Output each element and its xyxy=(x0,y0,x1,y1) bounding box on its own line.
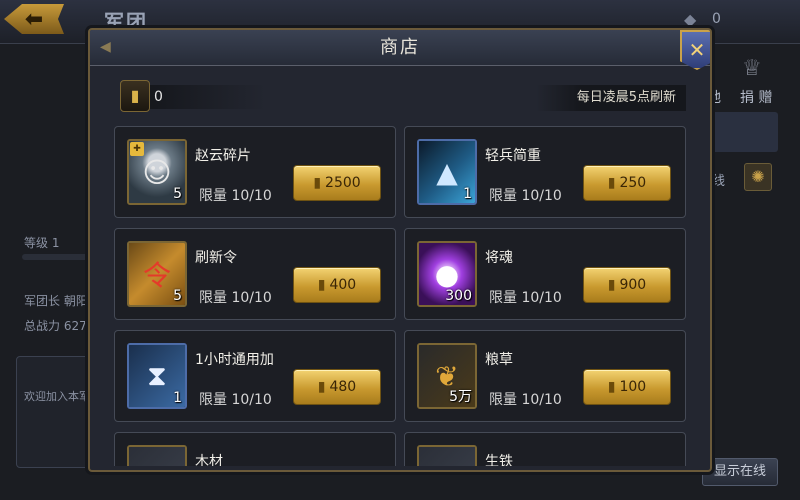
show-online-button[interactable]: 显示在线 xyxy=(702,458,778,486)
item-thumbnail: ▲ 1 xyxy=(417,139,477,205)
shop-item-card[interactable]: 生铁 xyxy=(404,432,686,466)
currency-bar xyxy=(146,85,266,109)
announcement-text: 欢迎加入本军 xyxy=(24,390,90,403)
shop-dialog: ◀ 商店 ✕ ▮ 0 每日凌晨5点刷新 ☺ ✚ 5 赵云碎片 限量 10/10 … xyxy=(88,28,712,472)
token-currency-icon: ▮ xyxy=(607,175,616,191)
legion-power: 总战力 627 xyxy=(24,319,87,333)
item-thumbnail xyxy=(127,445,187,466)
token-currency-icon: ▮ xyxy=(120,80,150,112)
price-value: 2500 xyxy=(325,175,361,191)
price-value: 480 xyxy=(329,379,357,395)
buy-button[interactable]: ▮ 2500 xyxy=(293,165,381,201)
item-thumbnail: 令 5 xyxy=(127,241,187,307)
item-quantity: 300 xyxy=(445,288,472,304)
shop-item-card[interactable]: 木材 xyxy=(114,432,396,466)
puzzle-piece-icon: ✚ xyxy=(130,142,144,156)
iron-icon xyxy=(419,447,475,466)
gem-count: 0 xyxy=(712,11,721,27)
price-value: 250 xyxy=(619,175,647,191)
item-grid: ☺ ✚ 5 赵云碎片 限量 10/10 ▮ 2500 ▲ 1 轻兵简重 限量 1… xyxy=(114,126,690,466)
shop-item-card[interactable]: ☺ ✚ 5 赵云碎片 限量 10/10 ▮ 2500 xyxy=(114,126,396,218)
item-thumbnail: ❦ 5万 xyxy=(417,343,477,409)
item-name: 将魂 xyxy=(485,250,513,266)
item-name: 轻兵简重 xyxy=(485,148,541,164)
price-value: 400 xyxy=(329,277,357,293)
buy-button[interactable]: ▮ 250 xyxy=(583,165,671,201)
buy-button[interactable]: ▮ 480 xyxy=(293,369,381,405)
currency-value: 0 xyxy=(154,89,163,105)
legion-level: 等级 1 xyxy=(24,236,60,250)
wood-icon xyxy=(129,447,185,466)
item-limit: 限量 10/10 xyxy=(199,188,272,204)
item-limit: 限量 10/10 xyxy=(199,290,272,306)
item-thumbnail: ● 300 xyxy=(417,241,477,307)
item-name: 刷新令 xyxy=(195,250,237,266)
item-quantity: 1 xyxy=(463,186,472,202)
shop-item-card[interactable]: 令 5 刷新令 限量 10/10 ▮ 400 xyxy=(114,228,396,320)
item-limit: 限量 10/10 xyxy=(489,290,562,306)
item-limit: 限量 10/10 xyxy=(489,392,562,408)
refresh-note: 每日凌晨5点刷新 xyxy=(536,85,686,111)
item-thumbnail: ☺ ✚ 5 xyxy=(127,139,187,205)
gem-icon: ◆ xyxy=(684,10,697,29)
item-name: 1小时通用加 xyxy=(195,352,274,368)
token-currency-icon: ▮ xyxy=(607,277,616,293)
buy-button[interactable]: ▮ 900 xyxy=(583,267,671,303)
token-currency-icon: ▮ xyxy=(317,379,326,395)
level-progress-bar xyxy=(22,254,88,260)
item-quantity: 5 xyxy=(173,288,182,304)
sun-gear-icon[interactable]: ✺ xyxy=(744,163,772,191)
shop-item-card[interactable]: ❦ 5万 粮草 限量 10/10 ▮ 100 xyxy=(404,330,686,422)
item-name: 木材 xyxy=(195,454,223,466)
price-value: 900 xyxy=(619,277,647,293)
buy-button[interactable]: ▮ 400 xyxy=(293,267,381,303)
buy-button[interactable]: ▮ 100 xyxy=(583,369,671,405)
item-name: 粮草 xyxy=(485,352,513,368)
token-currency-icon: ▮ xyxy=(313,175,322,191)
back-arrow-icon: ⬅ xyxy=(24,6,44,32)
item-quantity: 1 xyxy=(173,390,182,406)
token-currency-icon: ▮ xyxy=(317,277,326,293)
item-limit: 限量 10/10 xyxy=(199,392,272,408)
item-name: 赵云碎片 xyxy=(195,148,251,164)
shop-item-card[interactable]: ● 300 将魂 限量 10/10 ▮ 900 xyxy=(404,228,686,320)
item-limit: 限量 10/10 xyxy=(489,188,562,204)
shop-item-card[interactable]: ⧗ 1 1小时通用加 限量 10/10 ▮ 480 xyxy=(114,330,396,422)
close-icon: ✕ xyxy=(688,38,706,62)
side-panel-tab[interactable] xyxy=(712,112,778,152)
item-thumbnail: ⧗ 1 xyxy=(127,343,187,409)
item-thumbnail xyxy=(417,445,477,466)
shop-item-card[interactable]: ▲ 1 轻兵简重 限量 10/10 ▮ 250 xyxy=(404,126,686,218)
donate-label[interactable]: 捐 赠 xyxy=(740,87,772,107)
dialog-title: 商店 xyxy=(380,37,420,58)
announcement-box[interactable] xyxy=(16,356,94,468)
item-quantity: 5万 xyxy=(449,389,472,405)
item-quantity: 5 xyxy=(173,186,182,202)
trophy-icon[interactable]: ♕ xyxy=(742,56,762,81)
item-name: 生铁 xyxy=(485,454,513,466)
online-line-label: 线 xyxy=(712,174,726,189)
legion-leader: 军团长 朝阳 xyxy=(24,294,88,308)
token-currency-icon: ▮ xyxy=(607,379,616,395)
price-value: 100 xyxy=(619,379,647,395)
